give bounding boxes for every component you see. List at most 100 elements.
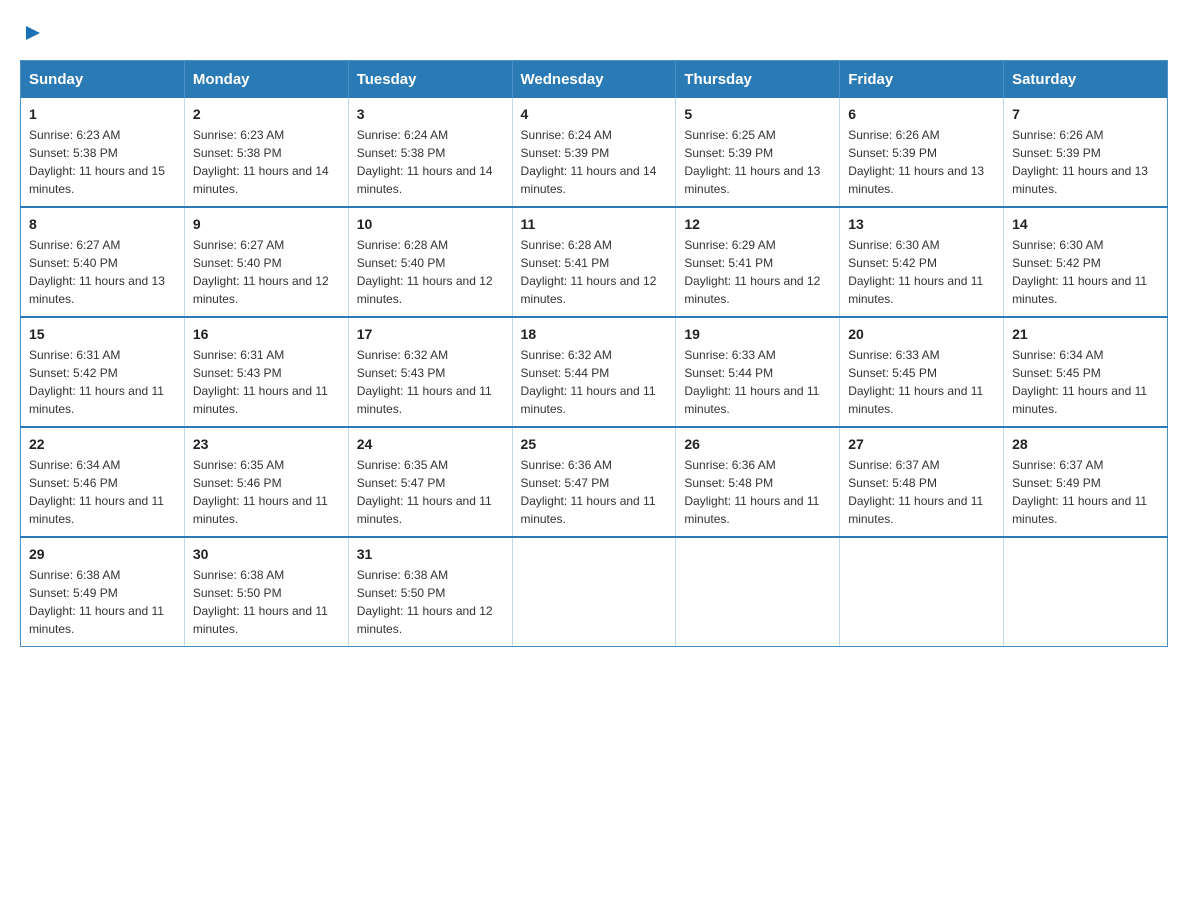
calendar-cell: 2 Sunrise: 6:23 AM Sunset: 5:38 PM Dayli… — [184, 98, 348, 207]
day-number: 22 — [29, 436, 176, 452]
calendar-cell: 22 Sunrise: 6:34 AM Sunset: 5:46 PM Dayl… — [21, 427, 185, 537]
day-info: Sunrise: 6:33 AM Sunset: 5:44 PM Dayligh… — [684, 346, 831, 418]
day-number: 4 — [521, 106, 668, 122]
day-info: Sunrise: 6:25 AM Sunset: 5:39 PM Dayligh… — [684, 126, 831, 198]
calendar-cell — [676, 537, 840, 647]
day-number: 15 — [29, 326, 176, 342]
day-number: 26 — [684, 436, 831, 452]
day-info: Sunrise: 6:33 AM Sunset: 5:45 PM Dayligh… — [848, 346, 995, 418]
calendar-table: SundayMondayTuesdayWednesdayThursdayFrid… — [20, 60, 1168, 647]
day-info: Sunrise: 6:23 AM Sunset: 5:38 PM Dayligh… — [29, 126, 176, 198]
day-number: 16 — [193, 326, 340, 342]
calendar-week-row: 22 Sunrise: 6:34 AM Sunset: 5:46 PM Dayl… — [21, 427, 1168, 537]
day-number: 11 — [521, 216, 668, 232]
day-number: 14 — [1012, 216, 1159, 232]
day-number: 27 — [848, 436, 995, 452]
day-number: 9 — [193, 216, 340, 232]
day-info: Sunrise: 6:38 AM Sunset: 5:50 PM Dayligh… — [357, 566, 504, 638]
column-header-wednesday: Wednesday — [512, 61, 676, 99]
column-header-thursday: Thursday — [676, 61, 840, 99]
day-info: Sunrise: 6:38 AM Sunset: 5:49 PM Dayligh… — [29, 566, 176, 638]
calendar-cell: 30 Sunrise: 6:38 AM Sunset: 5:50 PM Dayl… — [184, 537, 348, 647]
day-number: 30 — [193, 546, 340, 562]
logo — [20, 20, 44, 44]
calendar-cell: 15 Sunrise: 6:31 AM Sunset: 5:42 PM Dayl… — [21, 317, 185, 427]
column-header-sunday: Sunday — [21, 61, 185, 99]
day-info: Sunrise: 6:28 AM Sunset: 5:40 PM Dayligh… — [357, 236, 504, 308]
calendar-cell: 3 Sunrise: 6:24 AM Sunset: 5:38 PM Dayli… — [348, 98, 512, 207]
calendar-cell: 12 Sunrise: 6:29 AM Sunset: 5:41 PM Dayl… — [676, 207, 840, 317]
calendar-cell: 27 Sunrise: 6:37 AM Sunset: 5:48 PM Dayl… — [840, 427, 1004, 537]
calendar-cell: 16 Sunrise: 6:31 AM Sunset: 5:43 PM Dayl… — [184, 317, 348, 427]
calendar-cell: 24 Sunrise: 6:35 AM Sunset: 5:47 PM Dayl… — [348, 427, 512, 537]
day-info: Sunrise: 6:23 AM Sunset: 5:38 PM Dayligh… — [193, 126, 340, 198]
day-info: Sunrise: 6:30 AM Sunset: 5:42 PM Dayligh… — [848, 236, 995, 308]
day-info: Sunrise: 6:36 AM Sunset: 5:48 PM Dayligh… — [684, 456, 831, 528]
column-header-friday: Friday — [840, 61, 1004, 99]
day-info: Sunrise: 6:32 AM Sunset: 5:44 PM Dayligh… — [521, 346, 668, 418]
day-number: 20 — [848, 326, 995, 342]
day-info: Sunrise: 6:34 AM Sunset: 5:46 PM Dayligh… — [29, 456, 176, 528]
day-number: 23 — [193, 436, 340, 452]
calendar-cell: 18 Sunrise: 6:32 AM Sunset: 5:44 PM Dayl… — [512, 317, 676, 427]
day-info: Sunrise: 6:32 AM Sunset: 5:43 PM Dayligh… — [357, 346, 504, 418]
day-info: Sunrise: 6:24 AM Sunset: 5:39 PM Dayligh… — [521, 126, 668, 198]
day-info: Sunrise: 6:34 AM Sunset: 5:45 PM Dayligh… — [1012, 346, 1159, 418]
day-info: Sunrise: 6:31 AM Sunset: 5:42 PM Dayligh… — [29, 346, 176, 418]
day-info: Sunrise: 6:31 AM Sunset: 5:43 PM Dayligh… — [193, 346, 340, 418]
day-info: Sunrise: 6:37 AM Sunset: 5:49 PM Dayligh… — [1012, 456, 1159, 528]
calendar-cell — [1004, 537, 1168, 647]
column-header-saturday: Saturday — [1004, 61, 1168, 99]
calendar-cell: 9 Sunrise: 6:27 AM Sunset: 5:40 PM Dayli… — [184, 207, 348, 317]
day-number: 31 — [357, 546, 504, 562]
day-number: 5 — [684, 106, 831, 122]
day-info: Sunrise: 6:28 AM Sunset: 5:41 PM Dayligh… — [521, 236, 668, 308]
calendar-cell: 17 Sunrise: 6:32 AM Sunset: 5:43 PM Dayl… — [348, 317, 512, 427]
calendar-cell — [512, 537, 676, 647]
day-info: Sunrise: 6:29 AM Sunset: 5:41 PM Dayligh… — [684, 236, 831, 308]
day-number: 24 — [357, 436, 504, 452]
day-number: 6 — [848, 106, 995, 122]
day-number: 7 — [1012, 106, 1159, 122]
calendar-cell: 4 Sunrise: 6:24 AM Sunset: 5:39 PM Dayli… — [512, 98, 676, 207]
calendar-cell: 29 Sunrise: 6:38 AM Sunset: 5:49 PM Dayl… — [21, 537, 185, 647]
day-number: 13 — [848, 216, 995, 232]
day-number: 28 — [1012, 436, 1159, 452]
calendar-cell — [840, 537, 1004, 647]
day-number: 21 — [1012, 326, 1159, 342]
calendar-cell: 14 Sunrise: 6:30 AM Sunset: 5:42 PM Dayl… — [1004, 207, 1168, 317]
day-info: Sunrise: 6:38 AM Sunset: 5:50 PM Dayligh… — [193, 566, 340, 638]
calendar-cell: 23 Sunrise: 6:35 AM Sunset: 5:46 PM Dayl… — [184, 427, 348, 537]
calendar-cell: 25 Sunrise: 6:36 AM Sunset: 5:47 PM Dayl… — [512, 427, 676, 537]
day-info: Sunrise: 6:36 AM Sunset: 5:47 PM Dayligh… — [521, 456, 668, 528]
calendar-cell: 19 Sunrise: 6:33 AM Sunset: 5:44 PM Dayl… — [676, 317, 840, 427]
day-info: Sunrise: 6:26 AM Sunset: 5:39 PM Dayligh… — [1012, 126, 1159, 198]
calendar-cell: 1 Sunrise: 6:23 AM Sunset: 5:38 PM Dayli… — [21, 98, 185, 207]
day-info: Sunrise: 6:37 AM Sunset: 5:48 PM Dayligh… — [848, 456, 995, 528]
day-number: 18 — [521, 326, 668, 342]
day-info: Sunrise: 6:24 AM Sunset: 5:38 PM Dayligh… — [357, 126, 504, 198]
day-info: Sunrise: 6:27 AM Sunset: 5:40 PM Dayligh… — [193, 236, 340, 308]
calendar-cell: 8 Sunrise: 6:27 AM Sunset: 5:40 PM Dayli… — [21, 207, 185, 317]
calendar-cell: 31 Sunrise: 6:38 AM Sunset: 5:50 PM Dayl… — [348, 537, 512, 647]
calendar-cell: 28 Sunrise: 6:37 AM Sunset: 5:49 PM Dayl… — [1004, 427, 1168, 537]
calendar-cell: 10 Sunrise: 6:28 AM Sunset: 5:40 PM Dayl… — [348, 207, 512, 317]
calendar-header-row: SundayMondayTuesdayWednesdayThursdayFrid… — [21, 61, 1168, 99]
calendar-cell: 6 Sunrise: 6:26 AM Sunset: 5:39 PM Dayli… — [840, 98, 1004, 207]
logo-triangle-icon — [22, 22, 44, 44]
day-number: 12 — [684, 216, 831, 232]
calendar-week-row: 15 Sunrise: 6:31 AM Sunset: 5:42 PM Dayl… — [21, 317, 1168, 427]
day-number: 1 — [29, 106, 176, 122]
calendar-cell: 5 Sunrise: 6:25 AM Sunset: 5:39 PM Dayli… — [676, 98, 840, 207]
calendar-week-row: 8 Sunrise: 6:27 AM Sunset: 5:40 PM Dayli… — [21, 207, 1168, 317]
day-number: 17 — [357, 326, 504, 342]
calendar-cell: 13 Sunrise: 6:30 AM Sunset: 5:42 PM Dayl… — [840, 207, 1004, 317]
day-info: Sunrise: 6:35 AM Sunset: 5:47 PM Dayligh… — [357, 456, 504, 528]
calendar-week-row: 1 Sunrise: 6:23 AM Sunset: 5:38 PM Dayli… — [21, 98, 1168, 207]
day-number: 19 — [684, 326, 831, 342]
day-number: 29 — [29, 546, 176, 562]
calendar-cell: 11 Sunrise: 6:28 AM Sunset: 5:41 PM Dayl… — [512, 207, 676, 317]
calendar-cell: 20 Sunrise: 6:33 AM Sunset: 5:45 PM Dayl… — [840, 317, 1004, 427]
calendar-week-row: 29 Sunrise: 6:38 AM Sunset: 5:49 PM Dayl… — [21, 537, 1168, 647]
day-number: 8 — [29, 216, 176, 232]
